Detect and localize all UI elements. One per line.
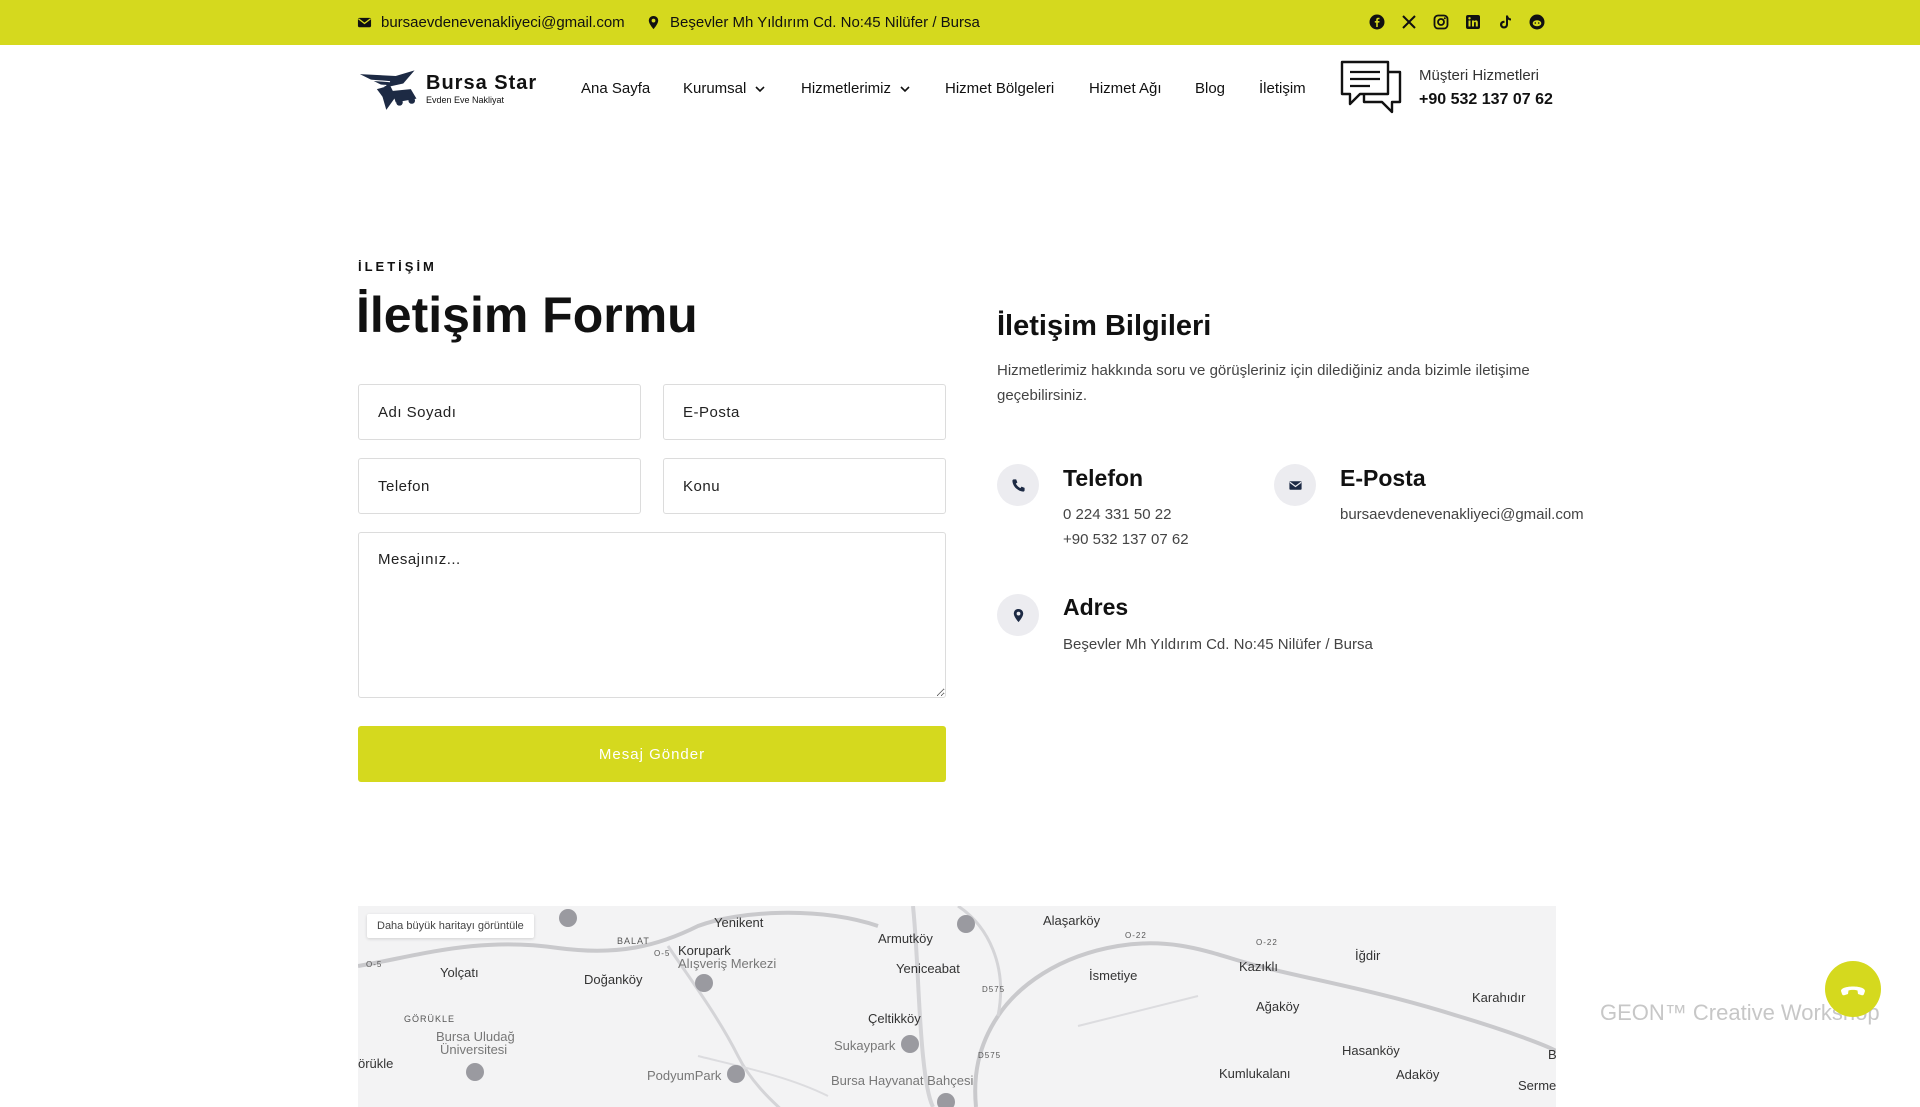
map-label: örükle [358, 1056, 394, 1071]
nav-label: İletişim [1259, 80, 1306, 97]
map-label: Çeltikköy [868, 1011, 921, 1026]
map-label: Serme [1518, 1078, 1556, 1093]
map-label: Adaköy [1396, 1067, 1440, 1082]
map-label: Kumlukalanı [1219, 1066, 1291, 1081]
map-label: Armutköy [878, 931, 933, 946]
map-label: Doğanköy [584, 972, 643, 987]
map-label: İsmetiye [1089, 968, 1138, 983]
logo[interactable]: Bursa Star Evden Eve Nakliyat [358, 68, 548, 118]
map-road-shield: O-22 [1256, 938, 1278, 947]
map-label: PodyumPark [647, 1068, 722, 1083]
phone-hangup-icon [1841, 986, 1865, 996]
social-links [1368, 13, 1545, 30]
map-label: Yolçatı [440, 965, 479, 980]
envelope-icon [1288, 480, 1302, 490]
support-phone[interactable]: +90 532 137 07 62 [1419, 91, 1553, 109]
instagram-icon[interactable] [1432, 13, 1449, 30]
chevron-down-icon [900, 85, 910, 92]
x-icon[interactable] [1400, 13, 1417, 30]
chevron-down-icon [755, 85, 765, 92]
map-label: Üniversitesi [440, 1042, 508, 1057]
facebook-icon[interactable] [1368, 13, 1385, 30]
address-heading: Adres [1063, 594, 1129, 620]
map-label: Kazıklı [1239, 959, 1279, 974]
map-label: BALAT [617, 936, 650, 946]
map-pin-icon [1013, 608, 1023, 622]
envelope-icon [357, 17, 372, 28]
map-label: Ağaköy [1256, 999, 1300, 1014]
map-label: Karahıdır [1472, 990, 1526, 1005]
phone-icon [1011, 478, 1025, 492]
form-title: İletişim Formu [356, 287, 698, 343]
map-label: Hasanköy [1342, 1043, 1400, 1058]
nav-item-service-regions[interactable]: Hizmet Bölgeleri [945, 80, 1054, 97]
nav-label: Hizmet Ağı [1089, 80, 1162, 97]
email-heading: E-Posta [1340, 465, 1426, 491]
view-larger-map-link[interactable]: Daha büyük haritayı görüntüle [367, 914, 534, 938]
topbar-email[interactable]: bursaevdenevenakliyeci@gmail.com [357, 0, 625, 45]
send-message-button[interactable]: Mesaj Gönder [358, 726, 946, 782]
nav-item-contact[interactable]: İletişim [1259, 80, 1306, 97]
map-label: İğdir [1355, 948, 1381, 963]
topbar-address-text: Beşevler Mh Yıldırım Cd. No:45 Nilüfer /… [670, 14, 980, 31]
map-road-shield: O-5 [366, 960, 383, 969]
nav-item-service-network[interactable]: Hizmet Ağı [1089, 80, 1162, 97]
subject-input[interactable] [663, 458, 946, 514]
logo-name: Bursa Star [426, 72, 538, 94]
phone-number-2[interactable]: +90 532 137 07 62 [1063, 531, 1189, 548]
map-label: B [1548, 1047, 1556, 1062]
phone-heading: Telefon [1063, 465, 1144, 491]
map-label: Sukaypark [834, 1038, 896, 1053]
section-eyebrow: İLETİŞİM [358, 259, 437, 274]
message-textarea[interactable] [358, 532, 946, 698]
phone-input[interactable] [358, 458, 641, 514]
call-button[interactable] [1825, 961, 1881, 1017]
support-label: Müşteri Hizmetleri [1419, 67, 1540, 84]
nav-label: Hizmetlerimiz [801, 80, 891, 97]
nav-item-services[interactable]: Hizmetlerimiz [801, 80, 911, 97]
nav-item-home[interactable]: Ana Sayfa [581, 80, 650, 97]
map-road-shield: D575 [978, 1051, 1002, 1060]
chat-bubbles-icon [1340, 60, 1402, 114]
logo-tagline: Evden Eve Nakliyat [426, 95, 505, 105]
nav-label: Hizmet Bölgeleri [945, 80, 1055, 97]
email-input[interactable] [663, 384, 946, 440]
map-road-shield: O-5 [654, 949, 671, 958]
map-pin-icon [648, 15, 659, 30]
nav-item-blog[interactable]: Blog [1195, 80, 1225, 97]
logo-star-truck-icon [359, 70, 417, 110]
info-title: İletişim Bilgileri [997, 310, 1212, 342]
top-bar: bursaevdenevenakliyeci@gmail.com Beşevle… [0, 0, 1920, 45]
topbar-address: Beşevler Mh Yıldırım Cd. No:45 Nilüfer /… [646, 0, 980, 45]
map-road-shield: O-22 [1125, 931, 1147, 940]
email-icon-circle [1274, 464, 1316, 506]
nav-item-corporate[interactable]: Kurumsal [683, 80, 766, 97]
map-label: Yeniceabat [896, 961, 960, 976]
map-road-shield: D575 [982, 985, 1006, 994]
name-input[interactable] [358, 384, 641, 440]
linkedin-icon[interactable] [1464, 13, 1481, 30]
embedded-map[interactable]: Daha büyük haritayı görüntüle Yenikent A… [358, 906, 1556, 1107]
map-label: Alışveriş Merkezi [678, 956, 777, 971]
map-label: Bursa Hayvanat Bahçesi [831, 1073, 974, 1088]
nav-label: Kurumsal [683, 80, 747, 97]
topbar-email-text: bursaevdenevenakliyeci@gmail.com [381, 14, 625, 31]
email-value[interactable]: bursaevdenevenakliyeci@gmail.com [1340, 506, 1584, 523]
map-label: Yenikent [714, 915, 764, 930]
map-label: GÖRÜKLE [404, 1014, 456, 1024]
nav-label: Blog [1195, 80, 1226, 97]
reddit-icon[interactable] [1528, 13, 1545, 30]
tiktok-icon[interactable] [1496, 13, 1513, 30]
phone-icon-circle [997, 464, 1039, 506]
info-description: Hizmetlerimiz hakkında soru ve görüşleri… [997, 362, 1530, 404]
phone-number-1[interactable]: 0 224 331 50 22 [1063, 506, 1171, 523]
map-label: Alaşarköy [1043, 913, 1101, 928]
address-value: Beşevler Mh Yıldırım Cd. No:45 Nilüfer /… [1063, 636, 1373, 653]
nav-label: Ana Sayfa [581, 80, 651, 97]
address-icon-circle [997, 594, 1039, 636]
